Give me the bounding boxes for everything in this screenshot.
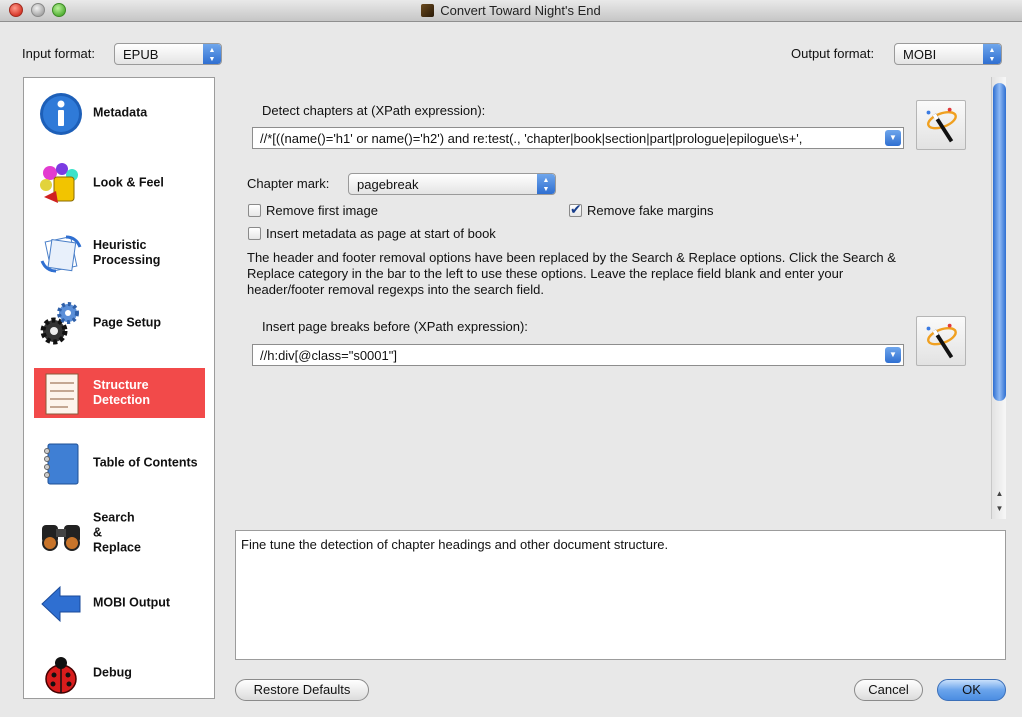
sidebar-item-label: Look & Feel [93, 175, 164, 190]
sidebar-item-page-setup[interactable]: Page Setup [34, 298, 205, 348]
sidebar-item-debug[interactable]: Debug [34, 648, 205, 698]
sidebar-item-label: Metadata [93, 105, 148, 120]
output-format-value: MOBI [903, 47, 937, 62]
help-description-box: Fine tune the detection of chapter headi… [235, 530, 1006, 660]
cancel-button[interactable]: Cancel [854, 679, 923, 701]
info-icon [40, 93, 82, 135]
calibre-app-icon [421, 4, 435, 17]
header-footer-note: The header and footer removal options ha… [247, 250, 982, 298]
detect-chapters-label: Detect chapters at (XPath expression): [262, 103, 486, 118]
page-breaks-value: //h:div[@class="s0001"] [260, 348, 397, 363]
sidebar-item-search-replace[interactable]: Search & Replace [34, 508, 205, 558]
sidebar-item-look-feel[interactable]: Look & Feel [34, 158, 205, 208]
output-format-label: Output format: [791, 46, 875, 61]
input-format-label: Input format: [22, 46, 95, 61]
insert-metadata-label: Insert metadata as page at start of book [266, 226, 496, 241]
category-sidebar: Metadata Look & Feel Heuristic Processin… [23, 77, 215, 699]
magic-wand-icon [926, 323, 957, 359]
remove-first-image-option[interactable]: Remove first image [248, 203, 378, 218]
detect-chapters-input[interactable]: //*[((name()='h1' or name()='h2') and re… [252, 127, 904, 149]
scroll-down-arrow-icon[interactable]: ▼ [992, 504, 1007, 516]
chapter-mark-label: Chapter mark: [247, 176, 330, 191]
output-format-select[interactable]: MOBI ▲ ▼ [894, 43, 1002, 65]
ok-button[interactable]: OK [937, 679, 1006, 701]
header-footer-note-line: The header and footer removal options ha… [247, 250, 896, 265]
select-arrows-icon: ▲ ▼ [983, 44, 1001, 64]
remove-fake-margins-label: Remove fake margins [587, 203, 714, 218]
binoculars-icon [42, 525, 80, 551]
select-arrows-icon: ▲ ▼ [203, 44, 221, 64]
chapters-xpath-wizard-button[interactable] [916, 100, 966, 150]
insert-metadata-option[interactable]: Insert metadata as page at start of book [248, 226, 496, 241]
scroll-up-arrow-icon[interactable]: ▲ [992, 489, 1007, 501]
insert-metadata-checkbox[interactable] [248, 227, 261, 240]
remove-first-image-label: Remove first image [266, 203, 378, 218]
remove-fake-margins-option[interactable]: Remove fake margins [569, 201, 714, 218]
ladybug-icon [45, 657, 77, 694]
window-title-text: Convert Toward Night's End [440, 3, 601, 18]
detect-chapters-value: //*[((name()='h1' or name()='h2') and re… [260, 131, 803, 146]
input-format-value: EPUB [123, 47, 159, 62]
dropdown-arrow-icon[interactable]: ▼ [885, 130, 901, 146]
document-icon [45, 373, 79, 415]
sidebar-item-label: Debug [93, 665, 132, 680]
sidebar-item-label: Search & Replace [93, 510, 141, 555]
notebook-icon [44, 443, 79, 485]
title-bar: Convert Toward Night's End [0, 0, 1022, 22]
arrow-left-icon [41, 585, 81, 623]
chapter-mark-select[interactable]: pagebreak ▲ ▼ [348, 173, 556, 195]
header-footer-note-line: Replace category in the bar to the left … [247, 266, 844, 281]
page-breaks-xpath-wizard-button[interactable] [916, 316, 966, 366]
scrollbar-thumb[interactable] [993, 83, 1006, 401]
select-arrows-icon: ▲ ▼ [537, 174, 555, 194]
sidebar-item-heuristic-processing[interactable]: Heuristic Processing [34, 228, 205, 278]
gears-icon [40, 302, 79, 345]
page-breaks-input[interactable]: //h:div[@class="s0001"] ▼ [252, 344, 904, 366]
structure-detection-panel: Detect chapters at (XPath expression): /… [230, 77, 990, 517]
remove-fake-margins-checkbox[interactable] [569, 201, 582, 218]
magic-wand-icon [926, 107, 957, 143]
sidebar-item-label: MOBI Output [93, 595, 171, 610]
sidebar-item-mobi-output[interactable]: MOBI Output [34, 578, 205, 628]
help-description-text: Fine tune the detection of chapter headi… [241, 537, 669, 552]
chapter-mark-value: pagebreak [357, 177, 419, 192]
remove-first-image-checkbox[interactable] [248, 204, 261, 217]
panel-scrollbar[interactable]: ▲ ▼ [991, 77, 1006, 519]
sidebar-item-metadata[interactable]: Metadata [34, 88, 205, 138]
header-footer-note-line: header/footer removal regexps into the s… [247, 282, 545, 297]
sidebar-item-label: Page Setup [93, 315, 162, 330]
sidebar-item-label: Heuristic Processing [93, 238, 161, 267]
dropdown-arrow-icon[interactable]: ▼ [885, 347, 901, 363]
input-format-select[interactable]: EPUB ▲ ▼ [114, 43, 222, 65]
sidebar-item-table-of-contents[interactable]: Table of Contents [34, 438, 205, 488]
sidebar-item-label: Table of Contents [93, 455, 198, 470]
sidebar-item-label: Structure Detection [93, 378, 150, 407]
palette-icon [40, 163, 78, 203]
heuristic-icon [40, 235, 82, 273]
window-title: Convert Toward Night's End [0, 3, 1022, 18]
restore-defaults-button[interactable]: Restore Defaults [235, 679, 369, 701]
page-breaks-label: Insert page breaks before (XPath express… [262, 319, 528, 334]
sidebar-item-structure-detection[interactable]: Structure Detection [34, 368, 205, 418]
